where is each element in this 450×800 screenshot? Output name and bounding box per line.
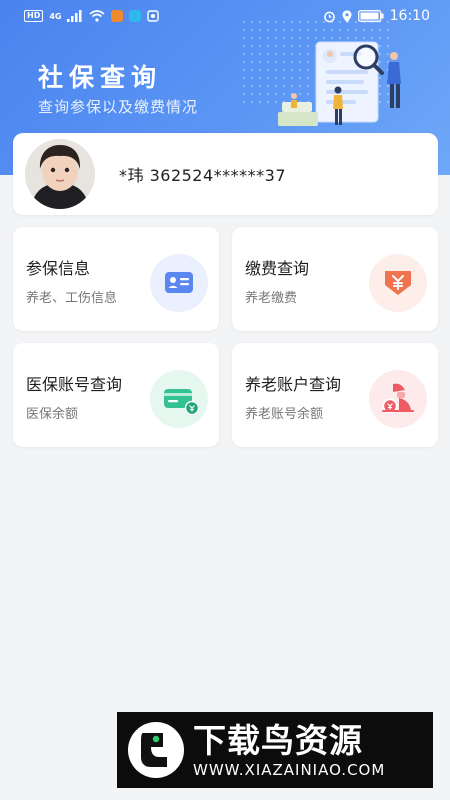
tile-medical-account[interactable]: 医保账号查询 医保余额 (13, 343, 219, 447)
clock-time: 16:10 (389, 8, 430, 24)
page-subtitle: 查询参保以及缴费情况 (38, 98, 199, 116)
screen-record-icon (147, 10, 160, 22)
yuan-payment-icon (369, 254, 427, 312)
avatar-photo (25, 139, 95, 209)
watermark-brand: 下载鸟资源 (193, 721, 363, 760)
tile-title: 缴费查询 (245, 259, 310, 278)
user-masked-id: *玮 362524******37 (119, 166, 287, 185)
pension-account-icon (369, 370, 427, 428)
bird-logo-icon (128, 722, 184, 778)
id-card-icon (150, 254, 208, 312)
watermark-banner: 下载鸟资源 WWW.XIAZAINIAO.COM (117, 712, 433, 788)
tile-title: 参保信息 (26, 259, 91, 278)
alarm-icon (323, 11, 335, 22)
hd-badge: HD (24, 10, 44, 22)
tile-subtitle: 养老、工伤信息 (26, 291, 118, 306)
tile-subtitle: 医保余额 (26, 407, 79, 422)
tile-subtitle: 养老缴费 (245, 291, 298, 306)
watermark-url: WWW.XIAZAINIAO.COM (193, 761, 386, 779)
battery-icon (357, 10, 384, 22)
4g-badge: 4G (49, 11, 62, 21)
avatar (25, 139, 95, 209)
tile-payment-query[interactable]: 缴费查询 养老缴费 (232, 227, 438, 331)
location-icon (342, 10, 352, 22)
user-info-card[interactable]: *玮 362524******37 (13, 133, 438, 215)
status-bar: HD 4G 16:10 (0, 0, 450, 32)
search-app-icon (129, 10, 142, 22)
wifi-icon (89, 10, 106, 22)
document-search-illustration (278, 41, 401, 126)
tile-insurance-info[interactable]: 参保信息 养老、工伤信息 (13, 227, 219, 331)
tile-subtitle: 养老账号余额 (245, 407, 324, 422)
tile-title: 医保账号查询 (26, 375, 123, 394)
tile-title: 养老账户查询 (245, 375, 342, 394)
medical-card-icon (150, 370, 208, 428)
signal-icon (67, 10, 82, 22)
page-title: 社保查询 (38, 63, 163, 92)
app-notification-icon (111, 10, 124, 22)
tile-pension-account[interactable]: 养老账户查询 养老账号余额 (232, 343, 438, 447)
